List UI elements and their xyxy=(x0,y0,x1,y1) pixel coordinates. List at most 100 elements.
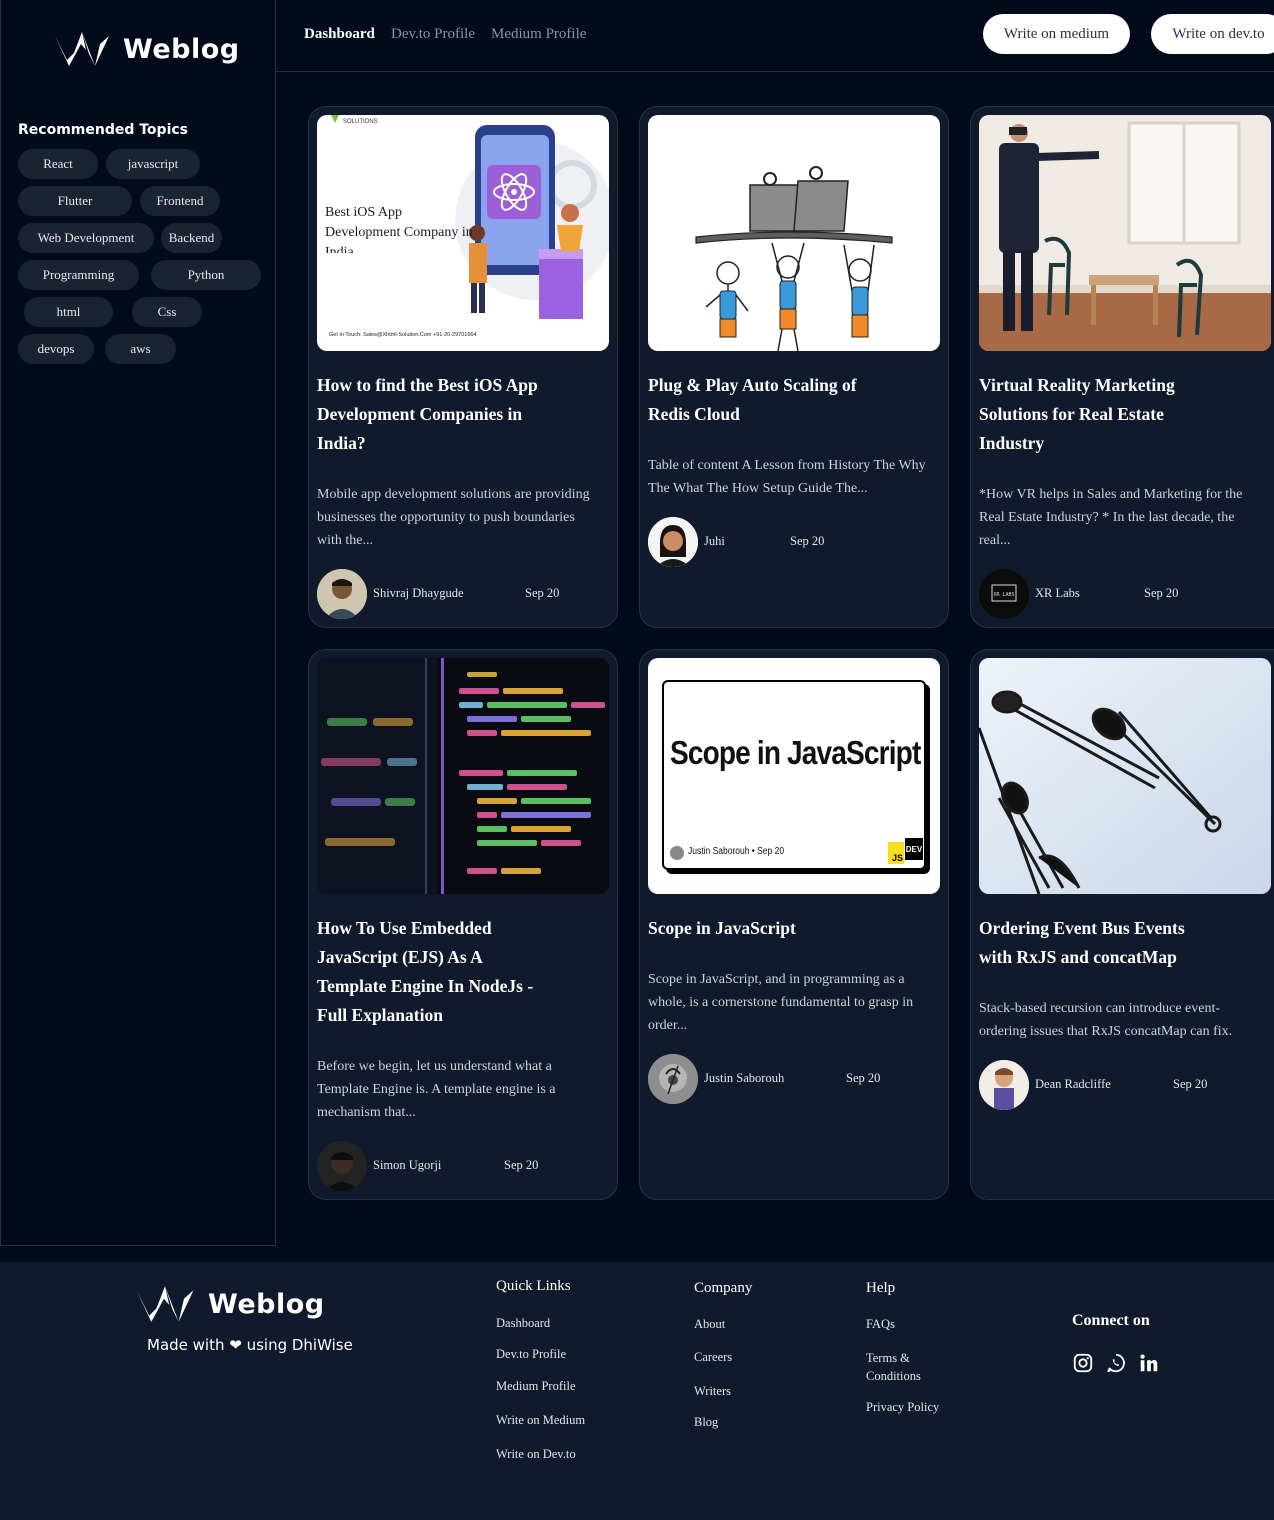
author-name[interactable]: Juhi xyxy=(704,534,725,549)
svg-text:Get In Touch: Sales@Xhtml-Sol: Get In Touch: Sales@Xhtml-Solution.Com +… xyxy=(329,332,477,338)
topic-chip-python[interactable]: Python xyxy=(151,260,261,290)
author-name[interactable]: Simon Ugorji xyxy=(373,1158,441,1173)
post-title[interactable]: How To Use Embedded JavaScript (EJS) As … xyxy=(317,914,547,1030)
post-thumbnail: SOLUTIONS Best iOS App Development Compa… xyxy=(317,115,609,351)
footer-link-dashboard[interactable]: Dashboard xyxy=(496,1314,550,1332)
post-meta: Shivraj Dhaygude Sep 20 xyxy=(317,569,607,619)
post-excerpt: *How VR helps in Sales and Marketing for… xyxy=(979,487,1243,548)
post-thumbnail xyxy=(317,658,609,894)
post-meta: Simon Ugorji Sep 20 xyxy=(317,1141,607,1191)
safety-pins-photo xyxy=(979,658,1271,894)
footer-brand-logo[interactable]: Weblog xyxy=(134,1284,325,1324)
post-meta: Juhi Sep 20 xyxy=(648,517,938,567)
footer-link-medium-profile[interactable]: Medium Profile xyxy=(496,1377,576,1395)
thumbnail-heading: Scope in JavaScript xyxy=(670,734,921,771)
thumbnail-byline: Justin Saborouh • Sep 20 xyxy=(688,846,785,857)
post-thumbnail xyxy=(979,115,1271,351)
topic-chip-aws[interactable]: aws xyxy=(105,334,176,364)
post-excerpt: Stack-based recursion can introduce even… xyxy=(979,1001,1233,1039)
instagram-icon[interactable] xyxy=(1072,1352,1094,1374)
author-name[interactable]: Dean Radcliffe xyxy=(1035,1077,1111,1092)
post-excerpt: Mobile app development solutions are pro… xyxy=(317,487,590,548)
topic-chip-flutter[interactable]: Flutter xyxy=(18,186,132,216)
topic-chip-devops[interactable]: devops xyxy=(18,334,94,364)
company-title: Company xyxy=(694,1280,753,1296)
post-date: Sep 20 xyxy=(790,534,825,548)
dev-badge: DEV xyxy=(905,838,923,860)
write-on-medium-button[interactable]: Write on medium xyxy=(983,14,1130,54)
post-title[interactable]: Scope in JavaScript xyxy=(648,914,888,943)
post-date: Sep 20 xyxy=(504,1158,539,1172)
post-card[interactable]: Virtual Reality Marketing Solutions for … xyxy=(970,106,1274,628)
weights-illustration xyxy=(695,166,893,351)
footer-link-about[interactable]: About xyxy=(694,1315,725,1333)
write-on-devto-button[interactable]: Write on dev.to xyxy=(1151,14,1274,54)
weblog-logo-icon xyxy=(55,32,109,66)
nav-devto-profile[interactable]: Dev.to Profile xyxy=(391,26,475,43)
author-avatar xyxy=(648,517,698,567)
footer: Weblog Made with ❤ using DhiWise Quick L… xyxy=(0,1262,1274,1520)
footer-link-write-medium[interactable]: Write on Medium xyxy=(496,1411,585,1429)
post-card[interactable]: SOLUTIONS Best iOS App Development Compa… xyxy=(308,106,618,628)
footer-link-privacy[interactable]: Privacy Policy xyxy=(866,1398,939,1416)
post-card[interactable]: Ordering Event Bus Events with RxJS and … xyxy=(970,649,1274,1200)
linkedin-icon[interactable] xyxy=(1138,1352,1160,1374)
topic-chip-programming[interactable]: Programming xyxy=(18,260,139,290)
post-date: Sep 20 xyxy=(1173,1077,1208,1091)
topic-chip-react[interactable]: React xyxy=(18,149,98,179)
post-meta: Justin Saborouh Sep 20 xyxy=(648,1054,938,1104)
post-excerpt: Before we begin, let us understand what … xyxy=(317,1059,556,1120)
author-name[interactable]: XR Labs xyxy=(1035,586,1080,601)
post-card[interactable]: Scope in JavaScript Justin Saborouh • Se… xyxy=(639,649,949,1200)
post-date: Sep 20 xyxy=(846,1071,881,1085)
author-avatar xyxy=(648,1054,698,1104)
nav-dashboard[interactable]: Dashboard xyxy=(304,26,375,43)
footer-link-terms[interactable]: Terms & Conditions xyxy=(866,1349,936,1385)
topic-chip-web-development[interactable]: Web Development xyxy=(18,223,154,253)
footer-link-writers[interactable]: Writers xyxy=(694,1382,731,1400)
topic-chip-css[interactable]: Css xyxy=(132,297,202,327)
whatsapp-icon[interactable] xyxy=(1105,1352,1127,1374)
post-title[interactable]: Plug & Play Auto Scaling of Redis Cloud xyxy=(648,371,888,429)
post-card[interactable]: Plug & Play Auto Scaling of Redis Cloud … xyxy=(639,106,949,628)
post-meta: Dean Radcliffe Sep 20 xyxy=(979,1060,1269,1110)
code-screen-photo xyxy=(317,658,609,894)
author-avatar xyxy=(317,1141,367,1191)
topic-chip-javascript[interactable]: javascript xyxy=(106,149,200,179)
vr-room-photo xyxy=(979,115,1271,351)
ios-dev-illustration: SOLUTIONS Best iOS App Development Compa… xyxy=(325,115,609,338)
author-avatar: XR LABS xyxy=(979,569,1029,619)
topic-chip-backend[interactable]: Backend xyxy=(161,223,222,253)
post-date: Sep 20 xyxy=(1144,586,1179,600)
footer-link-careers[interactable]: Careers xyxy=(694,1348,732,1366)
post-title[interactable]: Virtual Reality Marketing Solutions for … xyxy=(979,371,1219,458)
author-avatar xyxy=(979,1060,1029,1110)
brand-name: Weblog xyxy=(208,1288,325,1320)
post-thumbnail xyxy=(648,115,940,351)
js-badge: JS xyxy=(888,842,904,864)
post-card[interactable]: How To Use Embedded JavaScript (EJS) As … xyxy=(308,649,618,1200)
post-meta: XR LABS XR Labs Sep 20 xyxy=(979,569,1269,619)
post-title[interactable]: How to find the Best iOS App Development… xyxy=(317,371,557,458)
footer-link-faqs[interactable]: FAQs xyxy=(866,1315,895,1333)
nav-medium-profile[interactable]: Medium Profile xyxy=(491,26,586,43)
weblog-logo-icon xyxy=(136,1286,194,1322)
footer-link-devto-profile[interactable]: Dev.to Profile xyxy=(496,1345,566,1363)
made-with-text: Made with ❤ using DhiWise xyxy=(147,1336,353,1354)
author-name[interactable]: Shivraj Dhaygude xyxy=(373,586,464,601)
svg-text:SOLUTIONS: SOLUTIONS xyxy=(343,119,378,125)
quick-links-title: Quick Links xyxy=(496,1278,571,1294)
author-name[interactable]: Justin Saborouh xyxy=(704,1071,784,1086)
topic-chip-html[interactable]: html xyxy=(24,297,113,327)
footer-link-write-devto[interactable]: Write on Dev.to xyxy=(496,1445,576,1463)
footer-link-blog[interactable]: Blog xyxy=(694,1413,718,1431)
post-thumbnail: Scope in JavaScript Justin Saborouh • Se… xyxy=(648,658,940,894)
post-excerpt: Scope in JavaScript, and in programming … xyxy=(648,972,914,1033)
post-title[interactable]: Ordering Event Bus Events with RxJS and … xyxy=(979,914,1199,972)
svg-text:XR LABS: XR LABS xyxy=(993,592,1014,598)
help-title: Help xyxy=(866,1280,896,1296)
topic-chip-frontend[interactable]: Frontend xyxy=(140,186,220,216)
brand-logo[interactable]: Weblog xyxy=(53,30,240,68)
post-date: Sep 20 xyxy=(525,586,560,600)
thumbnail-heading: Best iOS App Development Company in Indi… xyxy=(325,205,473,253)
